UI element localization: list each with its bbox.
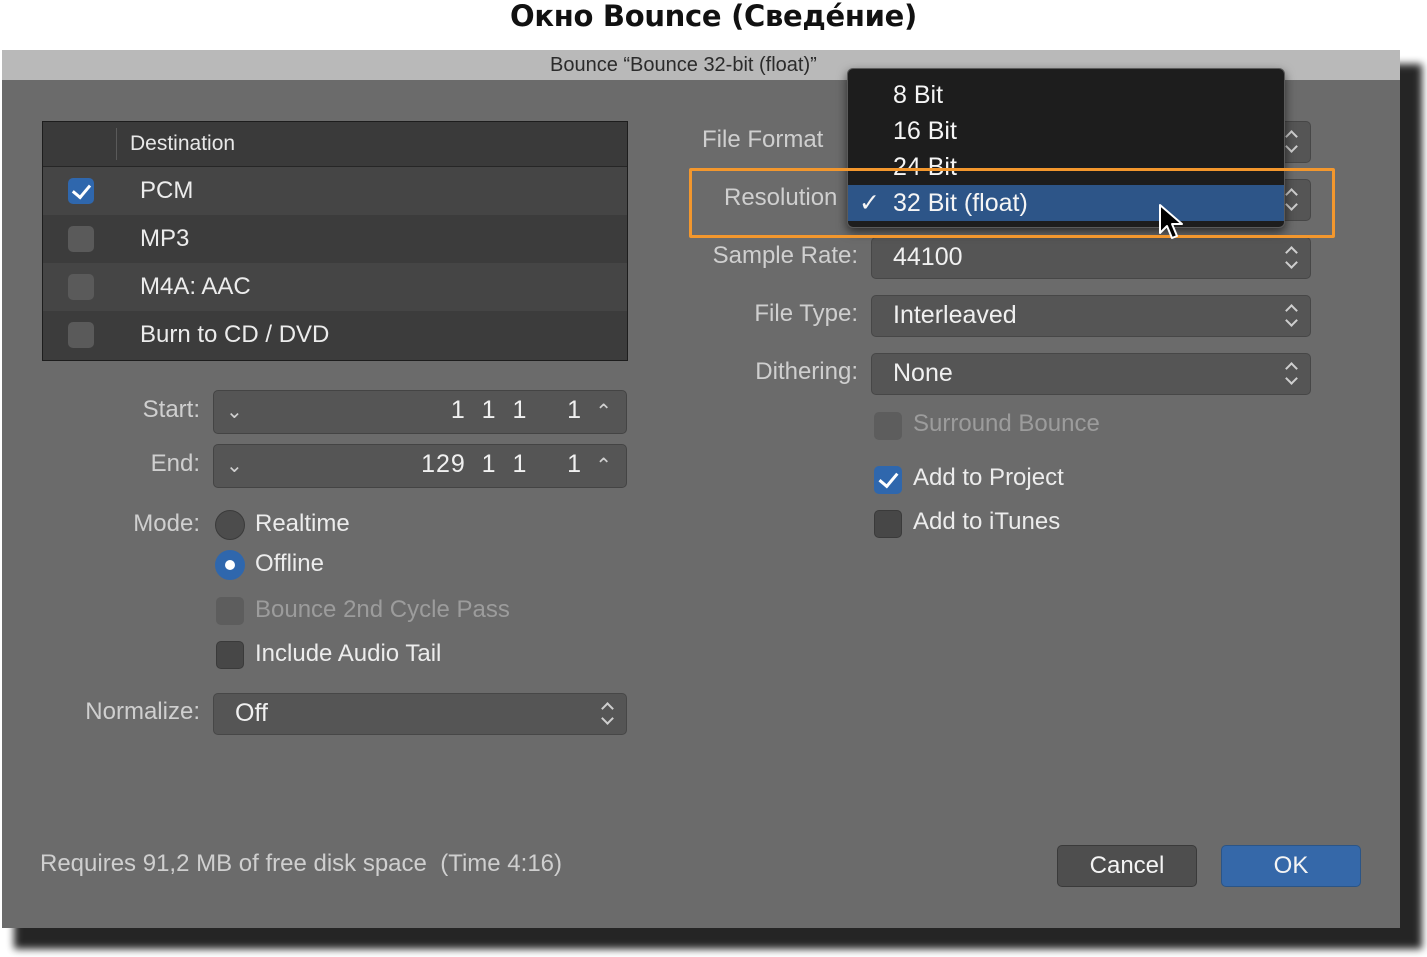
destination-checkbox-mp3[interactable]	[68, 226, 94, 252]
destination-checkbox-m4a[interactable]	[68, 274, 94, 300]
start-position-field[interactable]: ⌄ 1 1 1 1 ⌃	[213, 390, 627, 434]
add-to-itunes-checkbox[interactable]	[874, 510, 902, 538]
sample-rate-value: 44100	[893, 243, 963, 271]
mode-label: Mode:	[133, 510, 200, 537]
up-down-arrows-icon	[1284, 360, 1298, 388]
file-format-label: File Format	[702, 126, 824, 153]
up-down-arrows-icon	[1284, 244, 1298, 272]
destination-label: MP3	[140, 225, 190, 252]
bounce-2nd-cycle-checkbox[interactable]	[216, 597, 244, 625]
add-to-project-checkbox[interactable]	[874, 466, 902, 494]
destination-table: Destination PCM MP3 M4A: AAC Burn to CD …	[42, 121, 628, 361]
sample-rate-popup[interactable]: 44100	[871, 237, 1311, 279]
cancel-button[interactable]: Cancel	[1057, 845, 1197, 887]
destination-header-label: Destination	[130, 132, 236, 155]
include-audio-tail-checkbox[interactable]	[216, 641, 244, 669]
dithering-label: Dithering:	[755, 358, 858, 385]
normalize-value: Off	[235, 699, 268, 727]
dithering-value: None	[893, 359, 953, 387]
surround-bounce-label: Surround Bounce	[913, 410, 1100, 437]
start-value[interactable]: 1 1 1 1	[451, 396, 582, 425]
page-heading: Окно Bounce (Сведе́ние)	[510, 0, 917, 33]
file-type-popup[interactable]: Interleaved	[871, 295, 1311, 337]
mode-option-offline[interactable]: Offline	[255, 550, 324, 578]
menu-item-8-bit[interactable]: 8 Bit	[848, 77, 1284, 113]
mouse-pointer-icon	[1159, 204, 1183, 239]
destination-row-m4a[interactable]: M4A: AAC	[43, 263, 627, 311]
ok-button[interactable]: OK	[1221, 845, 1361, 887]
menu-item-16-bit[interactable]: 16 Bit	[848, 113, 1284, 149]
menu-item-label: 8 Bit	[893, 81, 944, 109]
add-to-project-label[interactable]: Add to Project	[913, 464, 1064, 492]
destination-label: M4A: AAC	[140, 273, 251, 300]
file-type-label: File Type:	[754, 300, 858, 327]
destination-row-burn[interactable]: Burn to CD / DVD	[43, 311, 627, 359]
add-to-itunes-label[interactable]: Add to iTunes	[913, 508, 1060, 536]
bounce-2nd-cycle-label: Bounce 2nd Cycle Pass	[255, 596, 510, 623]
file-type-value: Interleaved	[893, 301, 1017, 329]
normalize-label: Normalize:	[85, 698, 200, 725]
include-audio-tail-label[interactable]: Include Audio Tail	[255, 640, 441, 668]
end-label: End:	[150, 450, 200, 477]
up-down-arrows-icon	[1284, 128, 1298, 156]
up-down-arrows-icon	[600, 700, 614, 728]
destination-checkbox-pcm[interactable]	[68, 178, 94, 204]
sample-rate-label: Sample Rate:	[712, 242, 858, 269]
surround-bounce-checkbox[interactable]	[874, 412, 902, 440]
destination-label: Burn to CD / DVD	[140, 321, 330, 348]
normalize-popup[interactable]: Off	[213, 693, 627, 735]
resolution-highlight-box	[689, 168, 1335, 238]
header-separator	[116, 128, 117, 160]
dithering-popup[interactable]: None	[871, 353, 1311, 395]
up-down-arrows-icon	[1284, 302, 1298, 330]
chevron-down-icon[interactable]: ⌄	[226, 453, 243, 478]
menu-item-label: 16 Bit	[893, 117, 957, 145]
chevron-down-icon[interactable]: ⌄	[226, 399, 243, 424]
destination-row-pcm[interactable]: PCM	[43, 167, 627, 215]
destination-label: PCM	[140, 177, 194, 204]
disk-space-info: Requires 91,2 MB of free disk space (Tim…	[40, 850, 562, 877]
window-title: Bounce “Bounce 32-bit (float)”	[550, 54, 817, 76]
mode-option-realtime[interactable]: Realtime	[255, 510, 350, 538]
end-value[interactable]: 129 1 1 1	[421, 450, 582, 479]
start-label: Start:	[142, 396, 200, 423]
end-position-field[interactable]: ⌄ 129 1 1 1 ⌃	[213, 444, 627, 488]
destination-row-mp3[interactable]: MP3	[43, 215, 627, 263]
mode-radio-offline[interactable]	[215, 550, 245, 580]
mode-radio-realtime[interactable]	[215, 510, 245, 540]
destination-header: Destination	[43, 122, 627, 167]
chevron-up-icon[interactable]: ⌃	[595, 399, 612, 424]
chevron-up-icon[interactable]: ⌃	[595, 453, 612, 478]
destination-checkbox-burn[interactable]	[68, 322, 94, 348]
